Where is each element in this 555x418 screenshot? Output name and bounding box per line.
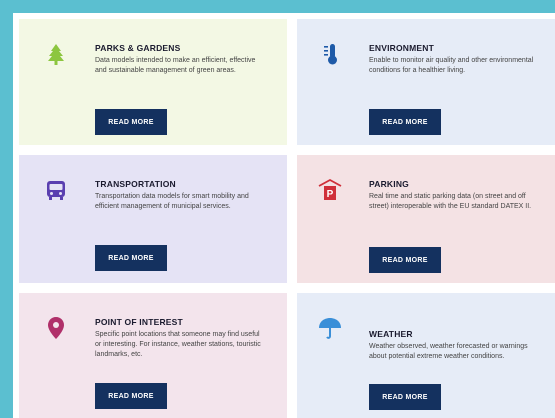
read-more-button[interactable]: READ MORE (369, 109, 441, 135)
umbrella-icon (317, 315, 343, 341)
thermometer-icon (317, 41, 343, 67)
bus-icon (43, 177, 69, 203)
read-more-button[interactable]: READ MORE (369, 384, 441, 410)
card-title: POINT OF INTEREST (95, 317, 183, 327)
card-transportation: TRANSPORTATION Transportation data model… (19, 155, 287, 283)
read-more-button[interactable]: READ MORE (95, 109, 167, 135)
read-more-button[interactable]: READ MORE (95, 383, 167, 409)
read-more-button[interactable]: READ MORE (95, 245, 167, 271)
card-description: Weather observed, weather forecasted or … (369, 343, 528, 360)
parking-icon: P (317, 177, 343, 203)
card-description: Specific point locations that someone ma… (95, 331, 261, 358)
card-description: Data models intended to make an efficien… (95, 57, 256, 74)
svg-text:P: P (327, 189, 334, 200)
card-title: PARKS & GARDENS (95, 43, 181, 53)
card-title: ENVIRONMENT (369, 43, 435, 53)
card-weather: WEATHER Weather observed, weather foreca… (297, 293, 555, 418)
cards-grid: PARKS & GARDENS Data models intended to … (13, 13, 555, 418)
card-parks-gardens: PARKS & GARDENS Data models intended to … (19, 19, 287, 145)
card-description: Transportation data models for smart mob… (95, 193, 249, 210)
card-description: Real time and static parking data (on st… (369, 193, 532, 210)
card-title: WEATHER (369, 329, 413, 339)
card-description: Enable to monitor air quality and other … (369, 57, 534, 74)
read-more-button[interactable]: READ MORE (369, 247, 441, 273)
card-title: TRANSPORTATION (95, 179, 176, 189)
tree-icon (43, 41, 69, 67)
card-parking: P PARKING Real time and static parking d… (297, 155, 555, 283)
card-environment: ENVIRONMENT Enable to monitor air qualit… (297, 19, 555, 145)
card-title: PARKING (369, 179, 409, 189)
card-point-of-interest: POINT OF INTEREST Specific point locatio… (19, 293, 287, 418)
map-pin-icon (43, 315, 69, 341)
